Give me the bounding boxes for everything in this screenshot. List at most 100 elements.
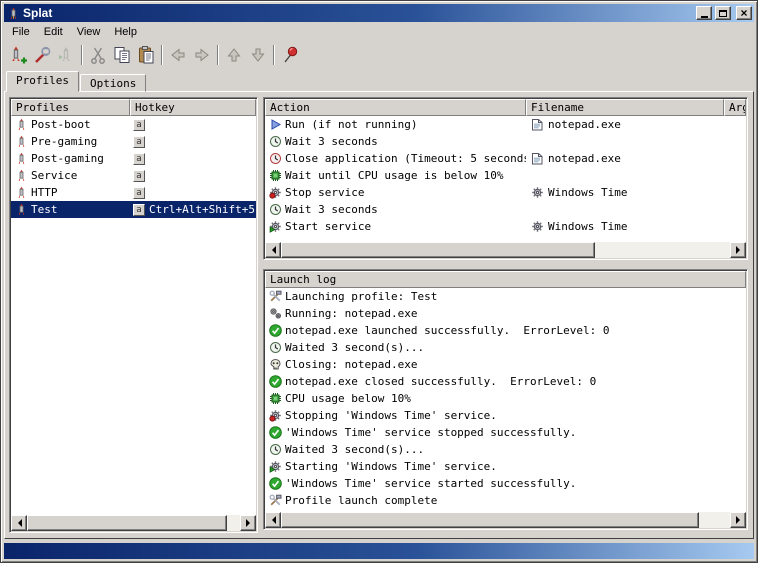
left-triangle-icon (268, 246, 276, 254)
log-row[interactable]: notepad.exe launched successfully. Error… (265, 322, 746, 339)
column-header-arg[interactable]: Arg (724, 99, 746, 116)
start-service-icon (268, 460, 282, 473)
menu-bar: File Edit View Help (4, 22, 754, 41)
profile-row[interactable]: Pre-gaming a (11, 133, 256, 150)
profiles-list-header: Profiles Hotkey (11, 99, 256, 116)
column-header-filename[interactable]: Filename (526, 99, 724, 116)
column-header-action[interactable]: Action (265, 99, 526, 116)
add-profile-button[interactable] (6, 43, 30, 66)
profile-name: HTTP (31, 186, 58, 199)
paste-button[interactable] (134, 43, 158, 66)
profile-row[interactable]: Post-boot a (11, 116, 256, 133)
profile-row[interactable]: HTTP a (11, 184, 256, 201)
scroll-thumb[interactable] (281, 242, 595, 258)
action-row[interactable]: Close application (Timeout: 5 seconds) n… (265, 150, 746, 167)
scroll-track[interactable] (281, 512, 730, 528)
log-row[interactable]: Waited 3 second(s)... (265, 339, 746, 356)
log-row[interactable]: CPU usage below 10% (265, 390, 746, 407)
log-row[interactable]: Launching profile: Test (265, 288, 746, 305)
log-row[interactable]: Waited 3 second(s)... (265, 441, 746, 458)
right-triangle-icon (736, 516, 744, 524)
toolbar-separator (161, 45, 163, 65)
cut-button[interactable] (86, 43, 110, 66)
log-row[interactable]: 'Windows Time' service started successfu… (265, 475, 746, 492)
hotkey-badge-icon: a (133, 187, 145, 199)
start-service-icon (268, 220, 282, 233)
log-row[interactable]: notepad.exe closed successfully. ErrorLe… (265, 373, 746, 390)
tab-options[interactable]: Options (80, 74, 146, 92)
scroll-right-button[interactable] (730, 512, 746, 528)
menu-view[interactable]: View (70, 24, 108, 40)
column-header-profiles[interactable]: Profiles (11, 99, 130, 116)
action-row[interactable]: Wait until CPU usage is below 10% (265, 167, 746, 184)
launch-profile-button[interactable] (54, 43, 78, 66)
action-row[interactable]: Wait 3 seconds (265, 133, 746, 150)
profile-name: Pre-gaming (31, 135, 97, 148)
left-triangle-icon (268, 516, 276, 524)
profile-row[interactable]: Service a (11, 167, 256, 184)
profiles-horizontal-scrollbar[interactable] (11, 515, 256, 531)
forward-button[interactable] (190, 43, 214, 66)
launch-log-header: Launch log (265, 271, 746, 288)
filename-text: Windows Time (548, 186, 627, 199)
cpu-icon (268, 392, 282, 405)
hotkey-badge-icon: a (133, 153, 145, 165)
log-row[interactable]: Stopping 'Windows Time' service. (265, 407, 746, 424)
scroll-thumb[interactable] (27, 515, 227, 531)
action-text: Stop service (285, 186, 364, 199)
move-down-button[interactable] (246, 43, 270, 66)
scroll-thumb[interactable] (281, 512, 699, 528)
log-row[interactable]: Closing: notepad.exe (265, 356, 746, 373)
action-text: Wait until CPU usage is below 10% (285, 169, 504, 182)
log-horizontal-scrollbar[interactable] (265, 512, 746, 528)
profile-name: Service (31, 169, 77, 182)
menu-edit[interactable]: Edit (37, 24, 70, 40)
action-row[interactable]: Run (if not running) notepad.exe (265, 116, 746, 133)
scroll-right-button[interactable] (240, 515, 256, 531)
success-check-icon (268, 324, 282, 337)
log-row[interactable]: Starting 'Windows Time' service. (265, 458, 746, 475)
maximize-button[interactable] (715, 6, 731, 20)
toolbar-separator (81, 45, 83, 65)
column-header-hotkey[interactable]: Hotkey (130, 99, 256, 116)
action-row[interactable]: Stop service Windows Time (265, 184, 746, 201)
close-button[interactable]: × (736, 6, 752, 20)
menu-file[interactable]: File (5, 24, 37, 40)
scroll-left-button[interactable] (265, 242, 281, 258)
scroll-left-button[interactable] (11, 515, 27, 531)
title-bar[interactable]: Splat × (4, 4, 754, 22)
app-icon (6, 7, 20, 20)
action-row[interactable]: Wait 3 seconds (265, 201, 746, 218)
column-header-launch-log[interactable]: Launch log (265, 271, 746, 288)
edit-profile-button[interactable] (30, 43, 54, 66)
log-text: CPU usage below 10% (285, 392, 411, 405)
filename-text: notepad.exe (548, 152, 621, 165)
scroll-left-button[interactable] (265, 512, 281, 528)
pin-button[interactable] (278, 43, 302, 66)
clock-icon (268, 443, 282, 456)
log-row[interactable]: 'Windows Time' service stopped successfu… (265, 424, 746, 441)
launch-log-list: Launch log Launching profile: Test Runni… (263, 269, 748, 530)
menu-help[interactable]: Help (107, 24, 144, 40)
minimize-button[interactable] (696, 6, 712, 20)
profile-row-selected[interactable]: Test aCtrl+Alt+Shift+5 (11, 201, 256, 218)
edit-profile-icon (32, 45, 52, 65)
copy-button[interactable] (110, 43, 134, 66)
log-row[interactable]: Running: notepad.exe (265, 305, 746, 322)
actions-horizontal-scrollbar[interactable] (265, 242, 746, 258)
log-row[interactable]: Profile launch complete (265, 492, 746, 509)
profile-name: Test (31, 203, 58, 216)
scroll-track[interactable] (27, 515, 240, 531)
action-row[interactable]: Start service Windows Time (265, 218, 746, 235)
hotkey-badge-icon: a (133, 136, 145, 148)
scroll-track[interactable] (281, 242, 730, 258)
back-button[interactable] (166, 43, 190, 66)
tab-profiles[interactable]: Profiles (6, 71, 79, 92)
profile-row[interactable]: Post-gaming a (11, 150, 256, 167)
move-up-button[interactable] (222, 43, 246, 66)
success-check-icon (268, 477, 282, 490)
action-text: Run (if not running) (285, 118, 417, 131)
success-check-icon (268, 426, 282, 439)
scroll-right-button[interactable] (730, 242, 746, 258)
profile-name: Post-boot (31, 118, 91, 131)
